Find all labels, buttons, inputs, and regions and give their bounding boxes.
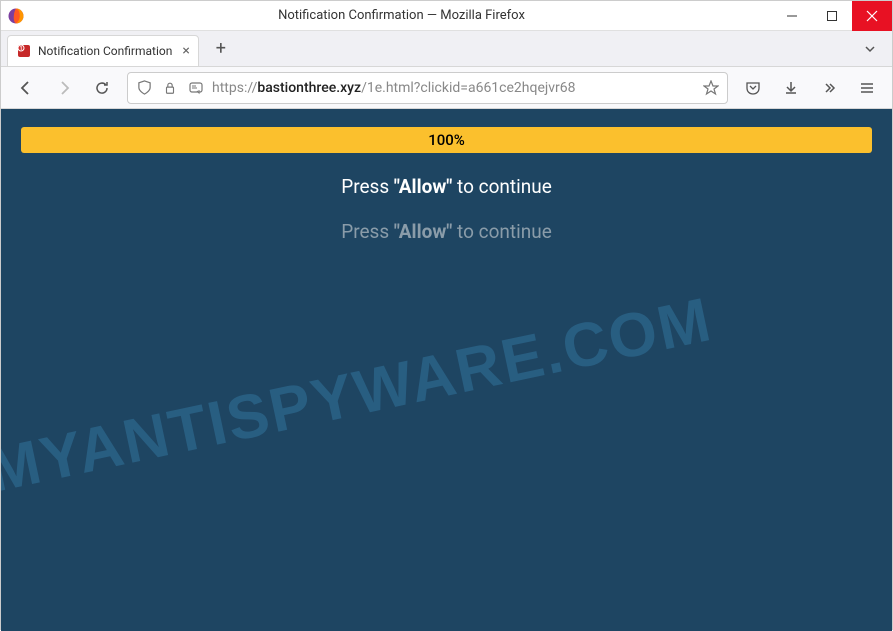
watermark-text: MYANTISPYWARE.COM [1,284,718,507]
tab-bar: 1 Notification Confirmation × + [1,31,892,67]
bookmark-star-icon[interactable] [701,78,721,98]
window-titlebar: Notification Confirmation — Mozilla Fire… [1,1,892,31]
msg2-post: to continue [452,220,551,243]
tab-close-icon[interactable]: × [182,43,189,59]
navigation-bar: https://bastionthree.xyz/1e.html?clickid… [1,67,892,109]
url-text: https://bastionthree.xyz/1e.html?clickid… [212,80,695,96]
url-protocol: https:// [212,80,257,96]
page-content: 100% Press "Allow" to continue Press "Al… [1,109,892,631]
msg2-bold: "Allow" [394,220,452,243]
shield-icon[interactable] [134,78,154,98]
tab-favicon: 1 [16,43,32,59]
pocket-button[interactable] [736,71,770,105]
svg-text:1: 1 [20,46,23,52]
progress-bar: 100% [21,127,872,153]
tab-label: Notification Confirmation [38,44,172,58]
window-title: Notification Confirmation — Mozilla Fire… [31,8,772,23]
allow-message-secondary: Press "Allow" to continue [1,220,892,243]
close-button[interactable] [852,1,892,31]
url-path: /1e.html?clickid=a661ce2hqejvr68 [361,80,575,96]
url-bar[interactable]: https://bastionthree.xyz/1e.html?clickid… [127,72,728,104]
back-button[interactable] [9,71,43,105]
msg1-pre: Press [341,175,394,198]
permissions-icon[interactable] [186,78,206,98]
minimize-button[interactable] [772,1,812,31]
msg1-bold: "Allow" [394,175,452,198]
active-tab[interactable]: 1 Notification Confirmation × [7,35,199,67]
msg1-post: to continue [452,175,551,198]
window-controls [772,1,892,31]
progress-label: 100% [428,131,465,149]
msg2-pre: Press [341,220,394,243]
firefox-icon [1,7,31,25]
tabs-dropdown-button[interactable] [854,42,886,56]
downloads-button[interactable] [774,71,808,105]
reload-button[interactable] [85,71,119,105]
url-domain: bastionthree.xyz [257,80,361,96]
forward-button[interactable] [47,71,81,105]
maximize-button[interactable] [812,1,852,31]
new-tab-button[interactable]: + [205,33,237,65]
lock-icon[interactable] [160,78,180,98]
menu-button[interactable] [850,71,884,105]
allow-message-primary: Press "Allow" to continue [1,175,892,198]
overflow-button[interactable] [812,71,846,105]
